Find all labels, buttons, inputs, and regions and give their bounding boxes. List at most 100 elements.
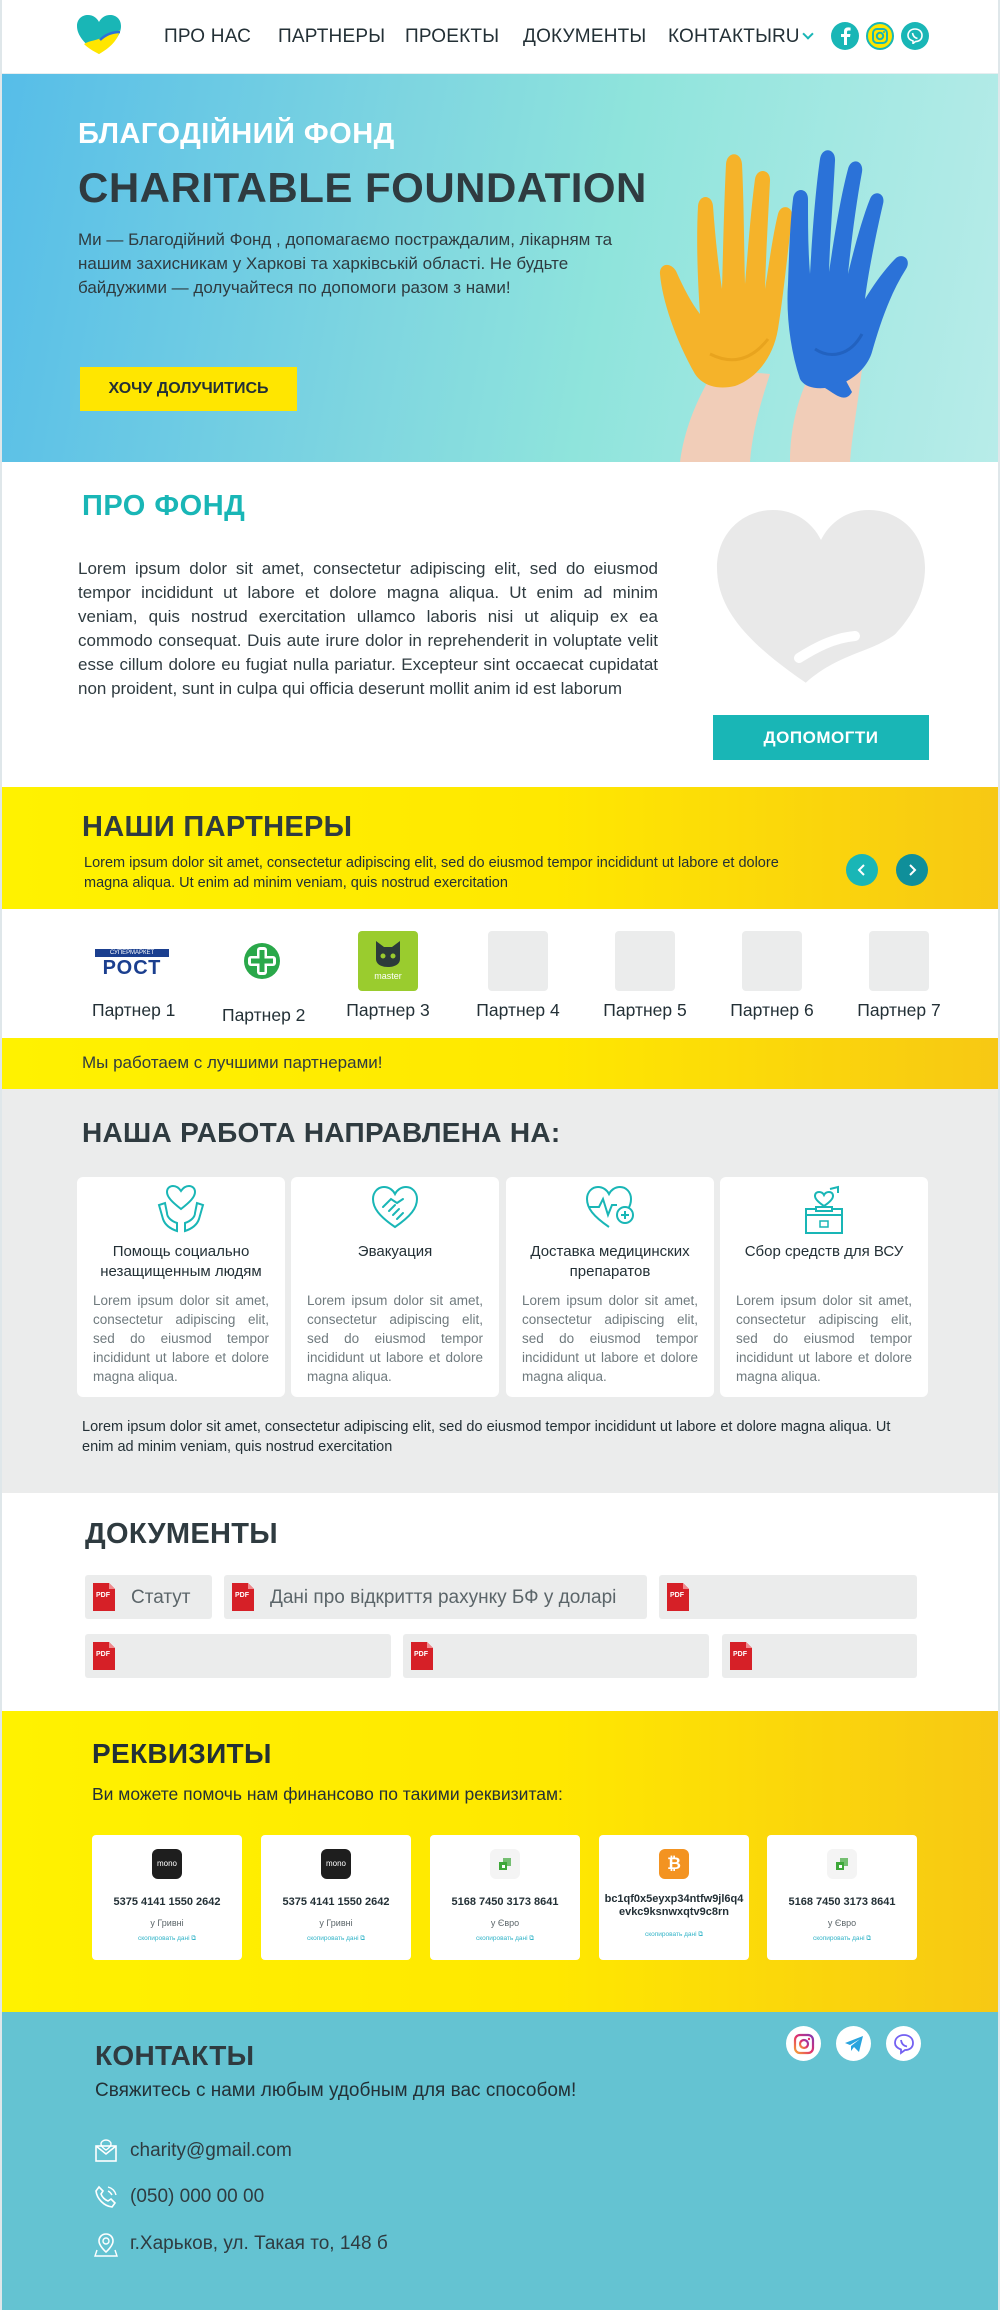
prev-arrow-button[interactable] xyxy=(846,854,878,886)
contact-email[interactable]: charity@gmail.com xyxy=(94,2139,292,2168)
hero-section: БЛАГОДІЙНИЙ ФОНД CHARITABLE FOUNDATION М… xyxy=(0,74,1000,462)
pdf-icon: PDF xyxy=(667,1583,689,1611)
partner-card[interactable]: Партнер 7 xyxy=(854,931,944,1021)
requisite-card: ₿ bc1qf0x5eyxp34ntfw9jl6q4evkc9ksnwxqtv9… xyxy=(599,1835,749,1960)
contact-phone[interactable]: (050) 000 00 00 xyxy=(94,2185,264,2214)
painted-hands-image xyxy=(659,150,908,462)
nav-documents[interactable]: ДОКУМЕНТЫ xyxy=(523,26,646,48)
document-label: Статут xyxy=(131,1587,191,1608)
donation-box-icon xyxy=(805,1185,843,1234)
document-link[interactable]: PDF xyxy=(722,1634,917,1678)
chevron-down-icon xyxy=(802,28,815,40)
caring-hands-icon xyxy=(157,1185,205,1233)
work-card-text: Lorem ipsum dolor sit amet, consectetur … xyxy=(307,1293,483,1384)
pdf-icon: PDF xyxy=(730,1642,752,1670)
document-link[interactable]: PDF xyxy=(659,1575,917,1619)
work-card-text: Lorem ipsum dolor sit amet, consectetur … xyxy=(93,1293,269,1384)
requisite-number: 5168 7450 3173 8641 xyxy=(788,1896,896,1908)
pdf-icon: PDF xyxy=(93,1583,115,1611)
pdf-icon: PDF xyxy=(411,1642,433,1670)
viber-icon[interactable] xyxy=(886,2026,921,2061)
language-selector[interactable]: RU xyxy=(772,26,815,48)
about-text: Lorem ipsum dolor sit amet, consectetur … xyxy=(78,559,658,698)
cat-icon xyxy=(376,941,400,967)
handshake-heart-icon xyxy=(371,1185,419,1229)
partner-name: Партнер 5 xyxy=(603,1000,687,1020)
nav-about[interactable]: ПРО НАС xyxy=(164,26,251,48)
privatbank-icon xyxy=(827,1849,857,1879)
documents-title: ДОКУМЕНТЫ xyxy=(85,1518,278,1550)
partner-name: Партнер 6 xyxy=(730,1000,814,1020)
contact-email-value: charity@gmail.com xyxy=(130,2140,292,2161)
about-title: ПРО ФОНД xyxy=(82,490,246,522)
work-card-title: Доставка медицинских препаратов xyxy=(530,1243,690,1280)
viber-icon[interactable] xyxy=(901,22,929,50)
site-header: ПРО НАС ПАРТНЕРЫ ПРОЕКТЫ ДОКУМЕНТЫ КОНТА… xyxy=(0,0,1000,74)
contacts-subtitle: Свяжитесь с нами любым удобным для вас с… xyxy=(95,2080,577,2101)
requisite-number: 5375 4141 1550 2642 xyxy=(282,1896,390,1908)
language-label: RU xyxy=(772,26,800,47)
join-button[interactable]: ХОЧУ ДОЛУЧИТИСЬ xyxy=(80,367,297,411)
requisite-currency: у Євро xyxy=(827,1918,857,1928)
copy-details-link[interactable]: скопировать дані ⧉ xyxy=(261,1935,411,1943)
nav-partners[interactable]: ПАРТНЕРЫ xyxy=(278,26,385,48)
document-link[interactable]: PDF xyxy=(85,1634,391,1678)
partner-card[interactable]: Партнер 4 xyxy=(473,931,563,1021)
help-button[interactable]: ДОПОМОГТИ xyxy=(713,715,929,760)
instagram-icon[interactable] xyxy=(866,22,894,50)
work-card-title: Сбор средств для ВСУ xyxy=(744,1243,904,1260)
chevron-right-icon xyxy=(909,864,917,876)
copy-details-link[interactable]: скопировать дані ⧉ xyxy=(92,1935,242,1943)
logo-heart-icon[interactable] xyxy=(76,14,122,58)
document-link[interactable]: PDF Статут xyxy=(85,1575,212,1619)
rost-logo-text: РОСТ xyxy=(102,957,162,979)
work-card: Помощь социально незащищенным людям Lore… xyxy=(77,1177,285,1397)
requisite-number: bc1qf0x5eyxp34ntfw9jl6q4evkc9ksnwxqtv9c8… xyxy=(604,1893,744,1918)
copy-details-link[interactable]: скопировать дані ⧉ xyxy=(767,1935,917,1943)
document-link[interactable]: PDF Дані про відкриття рахунку БФ у дола… xyxy=(224,1575,647,1619)
contacts-title: КОНТАКТЫ xyxy=(95,2040,255,2071)
partner-name: Партнер 3 xyxy=(346,1000,430,1020)
document-link[interactable]: PDF xyxy=(403,1634,709,1678)
work-card: Доставка медицинских препаратов Lorem ip… xyxy=(506,1177,714,1397)
requisite-currency: у Гривні xyxy=(150,1918,184,1928)
next-arrow-button[interactable] xyxy=(896,854,928,886)
master-logo-text: master xyxy=(374,971,402,981)
partner-card[interactable]: СУПЕРМАРКЕТ РОСТ Партнер 1 xyxy=(92,931,176,1021)
contact-address[interactable]: г.Харьков, ул. Такая то, 148 б xyxy=(94,2232,388,2263)
partner-card[interactable]: Партнер 2 xyxy=(222,931,306,1026)
requisites-section: РЕКВИЗИТЫ Ви можете помочь нам финансово… xyxy=(0,1711,1000,2012)
telegram-icon[interactable] xyxy=(836,2026,871,2061)
requisites-subtitle: Ви можете помочь нам финансово по такими… xyxy=(92,1784,563,1804)
instagram-icon[interactable] xyxy=(786,2026,821,2061)
contact-phone-value: (050) 000 00 00 xyxy=(130,2186,265,2207)
requisite-card: mono 5375 4141 1550 2642 у Гривні скопир… xyxy=(92,1835,242,1960)
partner-card[interactable]: Партнер 5 xyxy=(600,931,690,1021)
partner-card[interactable]: master Партнер 3 xyxy=(343,931,433,1021)
nav-contacts[interactable]: КОНТАКТЫ xyxy=(668,26,772,48)
contact-address-value: г.Харьков, ул. Такая то, 148 б xyxy=(130,2233,388,2254)
location-icon xyxy=(94,2233,118,2257)
work-card-text: Lorem ipsum dolor sit amet, consectetur … xyxy=(736,1293,912,1384)
requisite-currency: у Гривні xyxy=(319,1918,353,1928)
partner-name: Партнер 2 xyxy=(222,1005,306,1025)
copy-details-link[interactable]: скопировать дані ⧉ xyxy=(599,1931,749,1939)
requisite-card: 5168 7450 3173 8641 у Євро скопировать д… xyxy=(430,1835,580,1960)
requisite-currency: у Євро xyxy=(490,1918,520,1928)
nav-projects[interactable]: ПРОЕКТЫ xyxy=(405,26,499,48)
rost-logo: СУПЕРМАРКЕТ РОСТ xyxy=(93,931,171,991)
requisite-number: 5168 7450 3173 8641 xyxy=(451,1896,559,1908)
partner-logo-placeholder xyxy=(869,931,929,991)
partner-name: Партнер 7 xyxy=(857,1000,941,1020)
hero-title: CHARITABLE FOUNDATION xyxy=(78,164,647,211)
facebook-icon[interactable] xyxy=(831,22,859,50)
partner-card[interactable]: Партнер 6 xyxy=(727,931,817,1021)
partner-logo-placeholder xyxy=(742,931,802,991)
copy-details-link[interactable]: скопировать дані ⧉ xyxy=(430,1935,580,1943)
work-text: Lorem ipsum dolor sit amet, consectetur … xyxy=(82,1419,891,1455)
bitcoin-icon: ₿ xyxy=(659,1849,689,1879)
partners-title: НАШИ ПАРТНЕРЫ xyxy=(82,811,353,843)
work-section: НАША РАБОТА НАПРАВЛЕНА НА: Помощь социал… xyxy=(0,1089,1000,1493)
partners-footer: Мы работаем с лучшими партнерами! xyxy=(0,1038,1000,1089)
partner-name: Партнер 1 xyxy=(92,1000,176,1020)
